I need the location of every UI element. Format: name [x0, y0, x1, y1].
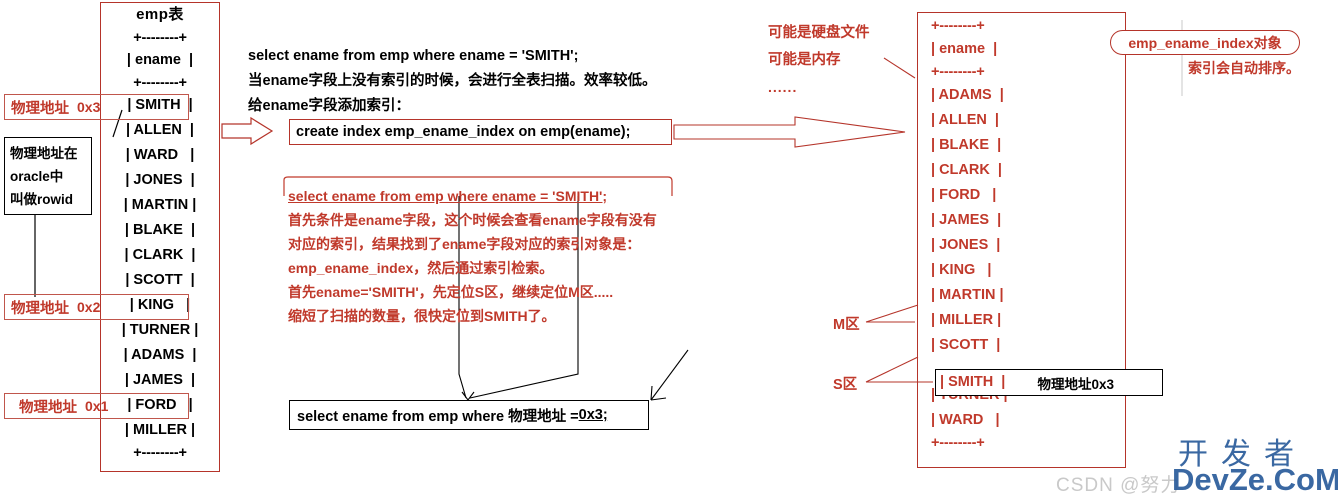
explanation-line-4: 首先ename='SMITH'，先定位S区，继续定位M区.....	[288, 284, 614, 300]
emp-table-title: emp表	[136, 6, 184, 23]
storage-hint-notes: 可能是硬盘文件 可能是内存 ......	[768, 20, 870, 101]
address-label-0x3: 物理地址 0x3	[4, 94, 189, 120]
emp-table-header: | ename |	[126, 52, 194, 68]
m-zone-connector-upper	[865, 304, 919, 323]
index-row-adams: | ADAMS |	[931, 87, 1004, 103]
center-sql-line: select ename from emp where ename = 'SMI…	[248, 48, 579, 64]
m-zone-label: M区	[833, 317, 860, 333]
storage-hint-line-3: ......	[768, 79, 798, 95]
index-table-rule-bottom: +--------+	[931, 435, 985, 451]
explanation-line-5: 缩短了扫描的数量，很快定位到SMITH了。	[288, 308, 556, 324]
address-label-0x1-text: 物理地址	[19, 399, 77, 416]
create-index-statement-text: create index emp_ename_index on emp(enam…	[296, 124, 631, 140]
explanation-line-1: 首先条件是ename字段，这个时候会查看ename字段有没有	[288, 212, 657, 228]
address-label-0x2: 物理地址 0x2	[4, 294, 189, 320]
arrow-emp-to-create-index	[221, 116, 274, 146]
emp-table-rule-mid: +--------+	[133, 75, 187, 91]
emp-row-clark: | CLARK |	[124, 247, 196, 263]
index-row-allen: | ALLEN |	[931, 112, 999, 128]
arrow-to-bottom-sql	[650, 349, 689, 401]
index-table-rule-mid: +--------+	[931, 64, 985, 80]
center-note-line-1: 当ename字段上没有索引的时候，会进行全表扫描。效率较低。	[248, 73, 657, 89]
emp-row-blake: | BLAKE |	[124, 222, 196, 238]
s-zone-label: S区	[833, 377, 858, 393]
emp-row-miller: | MILLER |	[124, 422, 196, 438]
funnel-arrowhead	[461, 391, 475, 401]
rowid-note-line-2: oracle中	[10, 169, 64, 184]
emp-row-ward: | WARD |	[125, 147, 195, 163]
explanation-sql: select ename from emp where ename = 'SMI…	[288, 188, 608, 204]
address-label-0x3-text: 物理地址	[11, 100, 69, 117]
emp-row-scott: | SCOTT |	[125, 272, 195, 288]
index-lookup-explanation: select ename from emp where ename = 'SMI…	[288, 184, 698, 328]
index-row-king: | KING |	[931, 262, 992, 278]
emp-row-jones: | JONES |	[125, 172, 195, 188]
index-object-oval: emp_ename_index对象	[1110, 30, 1300, 55]
emp-table-rule-top: +--------+	[133, 30, 187, 46]
index-object-name: emp_ename_index对象	[1128, 34, 1282, 51]
address-label-0x1: 物理地址 0x1	[4, 393, 189, 419]
storage-hint-line-2: 可能是内存	[768, 52, 841, 68]
emp-row-adams: | ADAMS |	[123, 347, 197, 363]
center-note-line-2: 给ename字段添加索引：	[248, 98, 410, 114]
explanation-line-2: 对应的索引，结果找到了ename字段对应的索引对象是：	[288, 236, 641, 252]
address-label-0x3-value: 0x3	[77, 99, 101, 115]
s-zone-connector-upper	[865, 356, 919, 383]
index-table-rule-top: +--------+	[931, 18, 985, 34]
emp-row-martin: | MARTIN |	[123, 197, 197, 213]
center-description: select ename from emp where ename = 'SMI…	[248, 44, 688, 119]
address-label-0x1-value: 0x1	[85, 398, 109, 414]
index-row-martin: | MARTIN |	[931, 287, 1004, 303]
storage-hint-line-1: 可能是硬盘文件	[768, 25, 870, 41]
arrow-memory-note	[883, 57, 916, 79]
emp-table-rule-bottom: +--------+	[133, 445, 187, 461]
rowid-note-line-3: 叫做rowid	[10, 192, 73, 207]
index-object-note: 索引会自动排序。	[1188, 60, 1300, 76]
index-row-scott: | SCOTT |	[931, 337, 1001, 353]
index-row-james: | JAMES |	[931, 212, 1002, 228]
create-index-statement-box: create index emp_ename_index on emp(enam…	[289, 119, 672, 145]
arrow-create-index-to-index-table	[673, 116, 906, 148]
rowid-note-box: 物理地址在 oracle中 叫做rowid	[4, 137, 92, 215]
index-row-blake: | BLAKE |	[931, 137, 1002, 153]
rowid-sql-box: select ename from emp where 物理地址 = 0x3;	[289, 400, 649, 430]
rowid-sql-prefix: select ename from emp where 物理地址 =	[297, 408, 579, 425]
rowid-note-line-1: 物理地址在	[10, 146, 78, 161]
watermark-csdn: CSDN @努力	[1056, 475, 1181, 496]
watermark-devze-bottom: DevZe.CoM	[1172, 462, 1338, 497]
index-row-smith: | SMITH |	[940, 374, 1006, 390]
index-row-clark: | CLARK |	[931, 162, 1002, 178]
address-label-0x2-value: 0x2	[77, 299, 101, 315]
index-row-miller: | MILLER |	[931, 312, 1002, 328]
index-table-header: | ename |	[931, 41, 998, 57]
index-row-jones: | JONES |	[931, 237, 1001, 253]
emp-row-james: | JAMES |	[124, 372, 196, 388]
index-row-ward: | WARD |	[931, 412, 1000, 428]
emp-row-allen: | ALLEN |	[126, 122, 194, 138]
arrow-to-bottom-sql-head	[650, 385, 667, 401]
smith-physical-address-text: 物理地址0x3	[1037, 376, 1114, 392]
index-row-ford: | FORD |	[931, 187, 997, 203]
address-label-0x2-text: 物理地址	[11, 300, 69, 317]
rowid-sql-value: 0x3;	[578, 407, 608, 423]
diagram-canvas: emp表 +--------+ | ename | +--------+ | S…	[0, 0, 1338, 503]
emp-row-turner: | TURNER |	[121, 322, 199, 338]
explanation-line-3: emp_ename_index，然后通过索引检索。	[288, 260, 554, 276]
